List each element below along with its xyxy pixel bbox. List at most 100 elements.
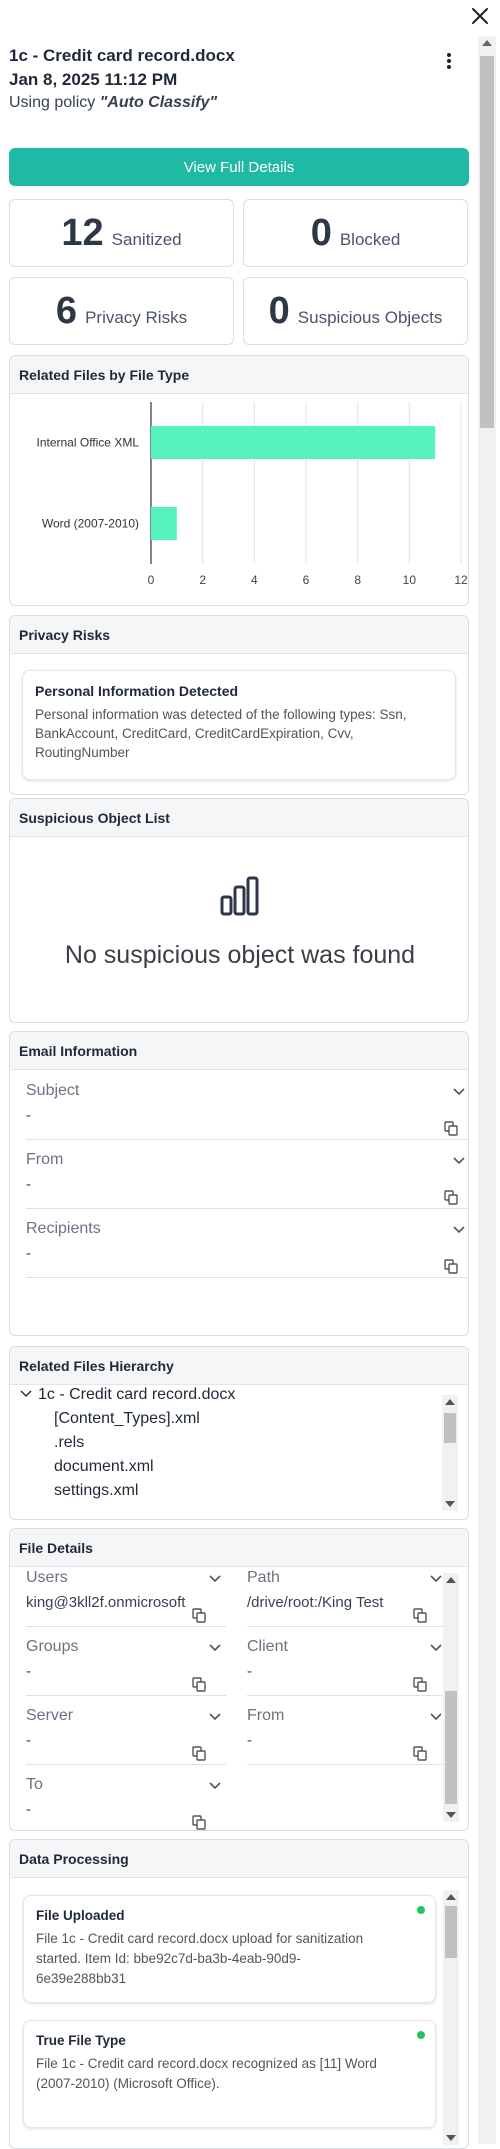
scrollbar-thumb[interactable]: [480, 56, 494, 428]
status-dot: [417, 1906, 425, 1914]
scrollbar-thumb[interactable]: [445, 1691, 457, 1804]
x-tick-label: 10: [403, 573, 417, 587]
hierarchy-scrollbar[interactable]: [442, 1395, 458, 1511]
tree-node[interactable]: document.xml: [20, 1455, 235, 1479]
users-field[interactable]: Users king@3kll2f.onmicrosoft.com: [26, 1569, 226, 1627]
data-processing-card: Data Processing File Uploaded File 1c - …: [9, 1839, 469, 2149]
privacy-risk-item: Personal Information Detected Personal i…: [22, 670, 456, 780]
chevron-down-icon[interactable]: [452, 1224, 466, 1234]
field-label: From: [247, 1707, 285, 1724]
chevron-down-icon[interactable]: [20, 1389, 32, 1399]
copy-icon[interactable]: [444, 1190, 458, 1205]
card-title: Email Information: [10, 1032, 468, 1070]
field-value: -: [26, 1801, 31, 1818]
tree-root[interactable]: 1c - Credit card record.docx: [20, 1383, 235, 1407]
related-files-chart-card: Related Files by File Type 0 2 4 6 8 10 12 Inte…: [9, 355, 469, 606]
chevron-down-icon[interactable]: [208, 1642, 222, 1652]
more-options-button[interactable]: [441, 50, 457, 72]
scrollbar-thumb[interactable]: [445, 1906, 457, 1958]
from-field[interactable]: From -: [247, 1707, 447, 1765]
stat-value: 6: [55, 289, 78, 332]
card-title: Suspicious Object List: [10, 799, 468, 837]
scroll-up-arrow[interactable]: [446, 1577, 456, 1583]
bar: [151, 426, 436, 459]
tree-node[interactable]: settings.xml: [20, 1479, 235, 1503]
bar: [151, 507, 177, 540]
field-underline: [26, 1208, 468, 1209]
scroll-up-arrow[interactable]: [446, 1894, 456, 1900]
step-line: 6e39e288bb31: [36, 1971, 127, 1986]
x-tick-label: 8: [354, 573, 361, 587]
copy-icon[interactable]: [413, 1608, 427, 1623]
to-field[interactable]: To -: [26, 1776, 226, 1830]
email-recipients-field[interactable]: Recipients -: [26, 1220, 468, 1278]
field-value: -: [26, 1663, 31, 1680]
tree-root-label: 1c - Credit card record.docx: [38, 1386, 236, 1403]
copy-icon[interactable]: [192, 1608, 206, 1623]
stat-suspicious-objects: 0 Suspicious Objects: [243, 277, 468, 345]
scroll-up-arrow[interactable]: [445, 1399, 455, 1405]
bar-chart-icon: [220, 876, 259, 916]
step-text: File 1c - Credit card record.docx recogn…: [36, 2054, 423, 2094]
scroll-up-arrow[interactable]: [482, 40, 492, 46]
field-underline: [247, 1626, 447, 1627]
close-icon: [472, 8, 488, 24]
chevron-down-icon[interactable]: [452, 1086, 466, 1096]
privacy-item-line: BankAccount, CreditCard, CreditCardExpir…: [35, 726, 354, 741]
chevron-down-icon[interactable]: [208, 1780, 222, 1790]
file-type-bar-chart: 0 2 4 6 8 10 12 Internal Office XML Word (2007-2…: [37, 402, 468, 587]
email-from-field[interactable]: From -: [26, 1151, 468, 1209]
x-tick-label: 0: [148, 573, 155, 587]
scroll-down-arrow[interactable]: [446, 1812, 456, 1818]
related-files-hierarchy-card: Related Files Hierarchy 1c - Credit card…: [9, 1346, 469, 1520]
file-date: Jan 8, 2025 11:12 PM: [9, 70, 178, 89]
stat-sanitized: 12 Sanitized: [9, 199, 234, 267]
email-subject-field[interactable]: Subject -: [26, 1082, 468, 1140]
copy-icon[interactable]: [413, 1677, 427, 1692]
stat-value: 0: [268, 289, 290, 332]
view-full-details-button[interactable]: View Full Details: [9, 148, 469, 186]
field-underline: [247, 1695, 447, 1696]
tree-node[interactable]: .rels: [20, 1431, 235, 1455]
x-tick-label: 12: [454, 573, 468, 587]
stat-blocked: 0 Blocked: [243, 199, 468, 267]
field-label: From: [26, 1151, 64, 1168]
processing-step: True File Type File 1c - Credit card rec…: [23, 2020, 436, 2128]
scroll-down-arrow[interactable]: [446, 2135, 456, 2141]
copy-icon[interactable]: [192, 1746, 206, 1761]
chevron-down-icon[interactable]: [429, 1573, 443, 1583]
field-value: king@3kll2f.onmicrosoft.com: [26, 1594, 186, 1611]
copy-icon[interactable]: [192, 1677, 206, 1692]
field-label: Server: [26, 1707, 74, 1724]
step-line: File 1c - Credit card record.docx recogn…: [36, 2056, 377, 2071]
groups-field[interactable]: Groups -: [26, 1638, 226, 1696]
field-value: -: [247, 1663, 252, 1680]
chevron-down-icon[interactable]: [429, 1711, 443, 1721]
file-details-scrollbar[interactable]: [443, 1573, 459, 1822]
email-information-card: Email Information Subject - From - Recip…: [9, 1031, 469, 1336]
field-value: -: [247, 1732, 252, 1749]
copy-icon[interactable]: [444, 1259, 458, 1274]
data-processing-scrollbar[interactable]: [443, 1890, 459, 2145]
scrollbar-thumb[interactable]: [444, 1413, 456, 1443]
client-field[interactable]: Client -: [247, 1638, 447, 1696]
server-field[interactable]: Server -: [26, 1707, 226, 1765]
chevron-down-icon[interactable]: [208, 1711, 222, 1721]
tree-node[interactable]: [Content_Types].xml: [20, 1407, 235, 1431]
panel-scrollbar[interactable]: [478, 36, 496, 2144]
path-field[interactable]: Path /drive/root:/King Test: [247, 1569, 447, 1627]
policy-prefix: Using policy: [9, 94, 100, 111]
copy-icon[interactable]: [413, 1746, 427, 1761]
chevron-down-icon[interactable]: [208, 1573, 222, 1583]
stat-label: Suspicious Objects: [297, 308, 443, 327]
chevron-down-icon[interactable]: [429, 1642, 443, 1652]
chevron-down-icon[interactable]: [452, 1155, 466, 1165]
copy-icon[interactable]: [444, 1121, 458, 1136]
field-underline: [26, 1277, 468, 1278]
scroll-down-arrow[interactable]: [445, 1501, 455, 1507]
copy-icon[interactable]: [192, 1815, 206, 1830]
privacy-risks-card: Privacy Risks Personal Information Detec…: [9, 615, 469, 795]
close-button[interactable]: [467, 3, 493, 29]
stat-value: 0: [310, 211, 332, 254]
field-underline: [26, 1626, 226, 1627]
